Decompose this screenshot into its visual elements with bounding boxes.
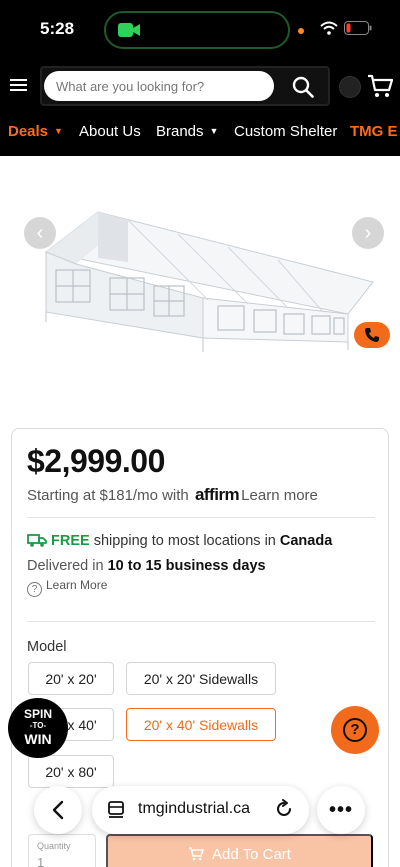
phone-icon bbox=[365, 328, 379, 342]
privacy-indicator bbox=[298, 28, 304, 34]
financing-info: Starting at $181/mo with affirm Learn mor… bbox=[27, 485, 318, 505]
browser-back-button[interactable] bbox=[34, 786, 82, 834]
spin-line-3: WIN bbox=[24, 731, 52, 747]
add-to-cart-label: Add To Cart bbox=[212, 845, 291, 863]
account-icon[interactable] bbox=[339, 76, 361, 98]
spin-to-win-badge[interactable]: SPIN -TO- WIN bbox=[8, 698, 68, 758]
quantity-label: Quantity bbox=[37, 841, 71, 851]
chevron-left-icon: ‹ bbox=[36, 221, 44, 244]
chevron-down-icon: ▼ bbox=[54, 126, 63, 136]
financing-learn-more-link[interactable]: Learn more bbox=[241, 487, 318, 504]
delivery-learn-more[interactable]: ? Learn More bbox=[27, 578, 107, 597]
add-to-cart-button[interactable]: Add To Cart bbox=[106, 834, 373, 867]
product-image-tent[interactable] bbox=[28, 202, 378, 362]
model-option-20x80[interactable]: 20' x 80' bbox=[28, 755, 114, 788]
model-option-20x20-sidewalls[interactable]: 20' x 20' Sidewalls bbox=[126, 662, 276, 695]
spin-line-1: SPIN bbox=[23, 707, 52, 721]
page-menu-icon[interactable] bbox=[108, 801, 124, 819]
chevron-right-icon: › bbox=[364, 221, 372, 244]
gallery-prev-button[interactable]: ‹ bbox=[24, 217, 56, 249]
chevron-left-icon bbox=[52, 800, 64, 820]
quantity-select[interactable]: Quantity 1 bbox=[28, 834, 96, 867]
delivery-info: Delivered in 10 to 15 business days bbox=[27, 558, 266, 574]
nav-item-custom-shelter[interactable]: Custom Shelter bbox=[234, 123, 337, 140]
delivery-time: 10 to 15 business days bbox=[107, 558, 266, 574]
shipping-country: Canada bbox=[279, 533, 333, 549]
gallery-next-button[interactable]: › bbox=[352, 217, 384, 249]
nav-item-deals[interactable]: Deals ▼ bbox=[8, 123, 63, 140]
question-circle-icon: ? bbox=[27, 582, 42, 597]
divider bbox=[27, 621, 375, 622]
video-camera-icon bbox=[118, 23, 140, 37]
url-text: tmgindustrial.ca bbox=[138, 800, 251, 817]
category-nav: Deals ▼ About Us Brands ▼ Custom Shelter T… bbox=[0, 110, 400, 156]
cart-icon bbox=[189, 847, 205, 861]
cart-icon[interactable] bbox=[367, 73, 393, 99]
quantity-value: 1 bbox=[37, 855, 45, 867]
search-input[interactable] bbox=[44, 71, 274, 101]
hamburger-menu-icon[interactable] bbox=[10, 76, 28, 94]
product-gallery: ‹ › bbox=[0, 156, 400, 406]
more-dots-icon: ••• bbox=[328, 798, 353, 821]
shipping-info: FREE shipping to most locations in Canad… bbox=[27, 533, 332, 549]
status-bar: 5:28 bbox=[0, 0, 400, 62]
status-time: 5:28 bbox=[40, 19, 75, 38]
shipping-text: shipping to most locations in bbox=[93, 533, 276, 549]
browser-more-button[interactable]: ••• bbox=[317, 786, 365, 834]
model-label: Model bbox=[27, 639, 67, 655]
search-icon[interactable] bbox=[292, 76, 314, 98]
spin-line-2: -TO- bbox=[29, 721, 47, 730]
dynamic-island bbox=[104, 11, 290, 49]
divider bbox=[27, 517, 375, 518]
model-option-20x20[interactable]: 20' x 20' bbox=[28, 662, 114, 695]
free-shipping-label: FREE bbox=[51, 533, 90, 549]
help-chat-button[interactable]: ? bbox=[331, 706, 379, 754]
call-button[interactable] bbox=[354, 322, 390, 348]
delivery-prefix: Delivered in bbox=[27, 558, 104, 574]
nav-item-about-us[interactable]: About Us bbox=[79, 123, 141, 140]
financing-text: Starting at $181/mo with bbox=[27, 487, 189, 504]
affirm-logo: affirm bbox=[194, 485, 240, 504]
site-header bbox=[0, 62, 400, 110]
product-price: $2,999.00 bbox=[27, 443, 165, 479]
truck-icon bbox=[27, 534, 47, 547]
battery-low-icon bbox=[344, 21, 372, 35]
search-bar bbox=[40, 66, 330, 106]
nav-item-brands[interactable]: Brands ▼ bbox=[156, 123, 218, 140]
chevron-down-icon: ▼ bbox=[209, 126, 219, 136]
model-option-20x40-sidewalls[interactable]: 20' x 40' Sidewalls bbox=[126, 708, 276, 741]
wifi-icon bbox=[320, 21, 338, 35]
delivery-learn-more-link[interactable]: Learn More bbox=[46, 578, 107, 592]
question-icon: ? bbox=[343, 718, 367, 742]
nav-item-tmg[interactable]: TMG E bbox=[350, 123, 398, 140]
reload-icon[interactable] bbox=[274, 799, 294, 819]
browser-address-bar[interactable]: tmgindustrial.ca bbox=[92, 786, 309, 834]
